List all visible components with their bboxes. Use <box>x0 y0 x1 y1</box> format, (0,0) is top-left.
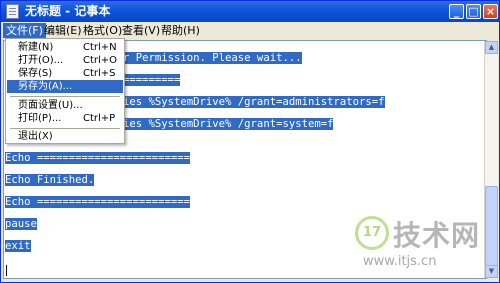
menu-file[interactable]: 文件(F) <box>3 23 46 38</box>
text-line: Echo ======================== <box>5 152 190 164</box>
notepad-window: 无标题 - 记事本 _ □ × 文件(F) 编辑(E) 格式(O) 查看(V) … <box>0 0 500 283</box>
menu-separator <box>10 128 120 129</box>
menu-item-page-setup[interactable]: 页面设置(U)... <box>7 99 123 112</box>
menu-item-exit[interactable]: 退出(X) <box>7 130 123 143</box>
maximize-button[interactable]: □ <box>466 4 481 19</box>
text-line: ies %SystemDrive% /grant=system=f <box>123 118 334 130</box>
text-line: r Permission. Please wait... <box>123 52 302 64</box>
menu-item-save-as[interactable]: 另存为(A)... <box>7 80 123 93</box>
title-bar[interactable]: 无标题 - 记事本 _ □ × <box>1 1 499 22</box>
text-caret <box>6 265 7 276</box>
notepad-icon <box>6 4 19 19</box>
menu-separator <box>10 96 120 97</box>
menu-item-open[interactable]: 打开(O)... Ctrl+O <box>7 54 123 67</box>
scroll-thumb[interactable] <box>485 186 498 266</box>
menu-item-new[interactable]: 新建(N) Ctrl+N <box>7 41 123 54</box>
menu-bar: 文件(F) 编辑(E) 格式(O) 查看(V) 帮助(H) <box>1 22 499 39</box>
file-menu-dropdown: 新建(N) Ctrl+N 打开(O)... Ctrl+O 保存(S) Ctrl+… <box>5 38 125 144</box>
text-line: ies %SystemDrive% /grant=administrators=… <box>123 96 385 108</box>
window-title: 无标题 - 记事本 <box>25 4 111 18</box>
text-line: Echo ======================== <box>5 196 190 208</box>
close-button[interactable]: × <box>483 4 498 19</box>
menu-help[interactable]: 帮助(H) <box>158 23 203 38</box>
text-line: exit <box>5 240 31 252</box>
text-line: Echo Finished. <box>5 174 95 186</box>
scroll-up-arrow-icon[interactable]: ▲ <box>485 41 498 54</box>
scroll-down-arrow-icon[interactable]: ▼ <box>485 265 498 278</box>
menu-item-print[interactable]: 打印(P)... Ctrl+P <box>7 112 123 125</box>
minimize-button[interactable]: _ <box>449 4 464 19</box>
menu-edit[interactable]: 编辑(E) <box>41 23 85 38</box>
vertical-scrollbar[interactable]: ▲ ▼ <box>484 41 498 278</box>
menu-view[interactable]: 查看(V) <box>119 23 163 38</box>
text-line: pause <box>5 218 37 230</box>
text-line: ========= <box>123 74 181 86</box>
menu-item-save[interactable]: 保存(S) Ctrl+S <box>7 67 123 80</box>
